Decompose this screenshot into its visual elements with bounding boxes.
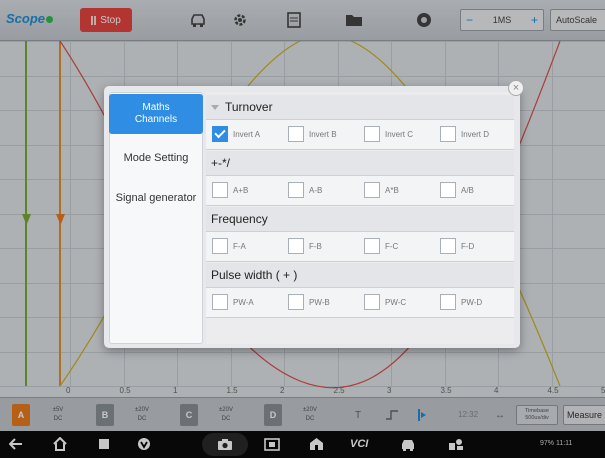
checkbox-label: A+B xyxy=(233,185,249,195)
option-checkbox-item[interactable]: PW-A xyxy=(212,294,254,310)
tab-mode-setting[interactable]: Mode Setting xyxy=(109,138,203,178)
option-checkbox-item[interactable]: PW-D xyxy=(440,294,482,310)
section-options: PW-A PW-B PW-C PW-D xyxy=(206,288,514,318)
checkbox-label: A-B xyxy=(309,185,323,195)
checkbox-label: Invert D xyxy=(461,129,490,139)
option-checkbox-item[interactable]: PW-B xyxy=(288,294,330,310)
checkbox[interactable] xyxy=(212,238,228,254)
option-checkbox-item[interactable]: F-C xyxy=(364,238,398,254)
close-icon[interactable]: × xyxy=(508,80,524,96)
option-checkbox-item[interactable]: Invert B xyxy=(288,126,337,142)
checkbox-label: F-C xyxy=(385,241,399,251)
tab-maths-channels[interactable]: Maths Channels xyxy=(109,94,203,134)
checkbox-label: Invert B xyxy=(309,129,337,139)
checkbox-label: F-A xyxy=(233,241,246,251)
option-checkbox-item[interactable]: F-A xyxy=(212,238,246,254)
checkbox[interactable] xyxy=(288,238,304,254)
checkbox[interactable] xyxy=(212,294,228,310)
section-title: Pulse width ( + ) xyxy=(211,268,298,282)
checkbox[interactable] xyxy=(212,126,228,142)
tab-signal-generator[interactable]: Signal generator xyxy=(109,178,203,218)
checkbox[interactable] xyxy=(364,126,380,142)
section-title: Frequency xyxy=(211,212,268,226)
section-options: A+B A-B A*B A/B xyxy=(206,176,514,206)
section-header: Pulse width ( + ) xyxy=(206,263,514,288)
section-title: Turnover xyxy=(225,100,273,114)
checkbox[interactable] xyxy=(440,238,456,254)
checkbox[interactable] xyxy=(364,238,380,254)
checkbox-label: Invert C xyxy=(385,129,414,139)
checkbox[interactable] xyxy=(288,182,304,198)
collapse-icon[interactable] xyxy=(211,104,219,110)
option-checkbox-item[interactable]: PW-C xyxy=(364,294,406,310)
checkbox-label: Invert A xyxy=(233,129,261,139)
option-checkbox-item[interactable]: A-B xyxy=(288,182,322,198)
checkbox-label: A/B xyxy=(461,185,474,195)
checkbox[interactable] xyxy=(288,126,304,142)
option-checkbox-item[interactable]: Invert D xyxy=(440,126,489,142)
section-options: Invert A Invert B Invert C Invert D xyxy=(206,120,514,150)
option-checkbox-item[interactable]: F-D xyxy=(440,238,474,254)
section-header: Frequency xyxy=(206,207,514,232)
section-options: F-A F-B F-C F-D xyxy=(206,232,514,262)
checkbox[interactable] xyxy=(440,294,456,310)
checkbox[interactable] xyxy=(288,294,304,310)
option-checkbox-item[interactable]: A*B xyxy=(364,182,399,198)
checkbox-label: PW-B xyxy=(309,297,330,307)
checkbox[interactable] xyxy=(440,182,456,198)
option-checkbox-item[interactable]: A/B xyxy=(440,182,474,198)
checkbox[interactable] xyxy=(364,294,380,310)
option-checkbox-item[interactable]: Invert C xyxy=(364,126,413,142)
section-title: +-*/ xyxy=(211,156,231,170)
option-checkbox-item[interactable]: F-B xyxy=(288,238,322,254)
checkbox-label: F-B xyxy=(309,241,322,251)
checkbox[interactable] xyxy=(364,182,380,198)
checkbox-label: PW-C xyxy=(385,297,407,307)
checkbox-label: PW-D xyxy=(461,297,483,307)
option-checkbox-item[interactable]: Invert A xyxy=(212,126,260,142)
checkbox[interactable] xyxy=(212,182,228,198)
option-checkbox-item[interactable]: A+B xyxy=(212,182,248,198)
checkbox-label: PW-A xyxy=(233,297,254,307)
checkbox[interactable] xyxy=(440,126,456,142)
section-header: +-*/ xyxy=(206,151,514,176)
checkbox-label: F-D xyxy=(461,241,475,251)
checkbox-label: A*B xyxy=(385,185,399,195)
section-header: Turnover xyxy=(206,95,514,120)
